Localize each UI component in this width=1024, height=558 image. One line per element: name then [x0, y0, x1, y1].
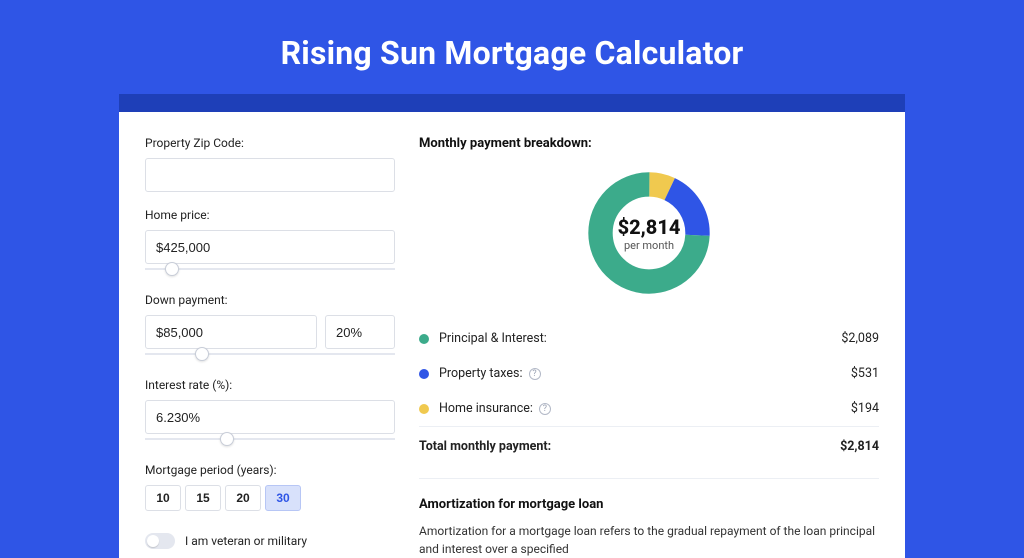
legend-row: Principal & Interest:$2,089	[419, 321, 879, 356]
interest-rate-block: Interest rate (%):	[145, 378, 395, 447]
legend-value: $531	[851, 366, 879, 381]
inputs-panel: Property Zip Code: Home price: Down paym…	[145, 136, 395, 558]
breakdown-title: Monthly payment breakdown:	[419, 136, 879, 151]
legend-total-value: $2,814	[840, 439, 879, 454]
legend-dot-icon	[419, 404, 429, 414]
legend-dot-icon	[419, 369, 429, 379]
down-payment-input[interactable]	[145, 315, 317, 349]
home-price-slider[interactable]	[145, 263, 395, 277]
breakdown-panel: Monthly payment breakdown: $2,814 per mo…	[419, 136, 879, 558]
legend-total-row: Total monthly payment: $2,814	[419, 426, 879, 464]
legend-label: Property taxes: ?	[439, 366, 851, 381]
veteran-label: I am veteran or military	[185, 534, 307, 548]
down-payment-label: Down payment:	[145, 293, 395, 307]
home-price-label: Home price:	[145, 208, 395, 222]
period-label: Mortgage period (years):	[145, 463, 395, 477]
down-payment-slider[interactable]	[145, 348, 395, 362]
interest-rate-label: Interest rate (%):	[145, 378, 395, 392]
period-option-30[interactable]: 30	[265, 485, 301, 511]
page-title: Rising Sun Mortgage Calculator	[0, 0, 1024, 94]
legend-dot-icon	[419, 334, 429, 344]
down-payment-pct-input[interactable]	[325, 315, 395, 349]
interest-rate-slider[interactable]	[145, 433, 395, 447]
divider	[419, 478, 879, 479]
donut-chart: $2,814 per month	[419, 163, 879, 307]
calculator-card: Property Zip Code: Home price: Down paym…	[119, 112, 905, 558]
zip-input[interactable]	[145, 158, 395, 192]
period-group: 10152030	[145, 485, 395, 511]
amortization-text: Amortization for a mortgage loan refers …	[419, 522, 879, 558]
legend-label: Home insurance: ?	[439, 401, 851, 416]
legend-value: $194	[851, 401, 879, 416]
legend: Principal & Interest:$2,089Property taxe…	[419, 321, 879, 426]
legend-row: Home insurance: ?$194	[419, 391, 879, 426]
legend-label: Principal & Interest:	[439, 331, 841, 346]
legend-total-label: Total monthly payment:	[419, 439, 840, 454]
info-icon[interactable]: ?	[539, 403, 551, 415]
period-block: Mortgage period (years): 10152030	[145, 463, 395, 511]
home-price-input[interactable]	[145, 230, 395, 264]
header-banner	[119, 94, 905, 112]
interest-rate-input[interactable]	[145, 400, 395, 434]
home-price-block: Home price:	[145, 208, 395, 277]
period-option-15[interactable]: 15	[185, 485, 221, 511]
veteran-row: I am veteran or military	[145, 533, 395, 549]
amortization-title: Amortization for mortgage loan	[419, 497, 879, 512]
legend-row: Property taxes: ?$531	[419, 356, 879, 391]
veteran-toggle[interactable]	[145, 533, 175, 549]
donut-sub: per month	[624, 239, 674, 252]
legend-value: $2,089	[841, 331, 879, 346]
donut-value: $2,814	[618, 215, 681, 239]
info-icon[interactable]: ?	[529, 368, 541, 380]
zip-label: Property Zip Code:	[145, 136, 395, 150]
zip-block: Property Zip Code:	[145, 136, 395, 192]
period-option-10[interactable]: 10	[145, 485, 181, 511]
down-payment-block: Down payment:	[145, 293, 395, 362]
period-option-20[interactable]: 20	[225, 485, 261, 511]
